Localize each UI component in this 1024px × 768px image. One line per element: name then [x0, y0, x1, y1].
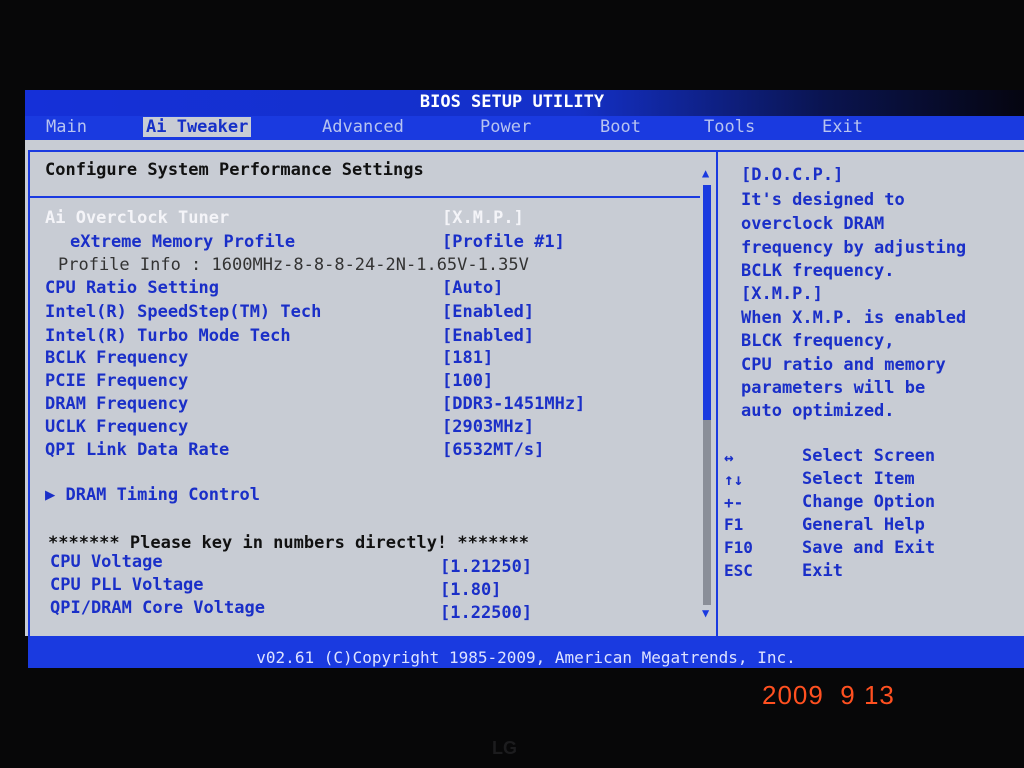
setting-qpi-dram-voltage[interactable]: QPI/DRAM Core Voltage [50, 598, 265, 618]
setting-xmp-profile[interactable]: eXtreme Memory Profile [70, 232, 295, 252]
setting-cpu-ratio[interactable]: CPU Ratio Setting [45, 278, 219, 298]
tab-advanced[interactable]: Advanced [322, 117, 404, 137]
value-uclk[interactable]: [2903MHz] [442, 417, 534, 437]
help-line: auto optimized. [741, 401, 895, 421]
left-right-arrow-icon: ↔ [724, 448, 734, 467]
tab-exit[interactable]: Exit [822, 117, 863, 137]
bios-title: BIOS SETUP UTILITY [419, 92, 605, 112]
setting-pcie[interactable]: PCIE Frequency [45, 371, 188, 391]
key-help-save-exit: Save and Exit [802, 538, 936, 558]
help-line: When X.M.P. is enabled [741, 308, 967, 328]
value-xmp-profile[interactable]: [Profile #1] [442, 232, 565, 252]
setting-dram-frequency[interactable]: DRAM Frequency [45, 394, 188, 414]
page-heading: Configure System Performance Settings [45, 160, 424, 180]
up-down-arrow-icon: ↑↓ [724, 470, 744, 489]
help-line: BCLK frequency. [741, 261, 895, 281]
scrollbar-track[interactable] [703, 420, 711, 605]
monitor-logo: LG [492, 738, 517, 758]
submenu-dram-timing[interactable]: ▶ DRAM Timing Control [45, 485, 260, 505]
value-speedstep[interactable]: [Enabled] [442, 302, 534, 322]
scrollbar-thumb[interactable] [703, 185, 711, 420]
help-line: [D.O.C.P.] [741, 165, 844, 185]
key-help-select-item: Select Item [802, 469, 915, 489]
value-pcie[interactable]: [100] [442, 371, 493, 391]
setting-cpu-pll-voltage[interactable]: CPU PLL Voltage [50, 575, 204, 595]
help-line: overclock DRAM [741, 214, 885, 234]
setting-qpi-rate[interactable]: QPI Link Data Rate [45, 440, 229, 460]
value-qpi-rate[interactable]: [6532MT/s] [442, 440, 544, 460]
help-line: parameters will be [741, 378, 926, 398]
scroll-down-icon[interactable]: ▼ [702, 606, 709, 620]
setting-ai-overclock-tuner[interactable]: Ai Overclock Tuner [45, 208, 229, 228]
value-cpu-voltage[interactable]: [1.21250] [440, 557, 532, 577]
value-cpu-pll-voltage[interactable]: [1.80] [440, 580, 501, 600]
f10-key: F10 [724, 538, 753, 557]
tab-power[interactable]: Power [480, 117, 531, 137]
notice-text: ******* Please key in numbers directly! … [48, 533, 530, 553]
key-help-change-option: Change Option [802, 492, 936, 512]
value-turbo-mode[interactable]: [Enabled] [442, 326, 534, 346]
value-bclk[interactable]: [181] [442, 348, 493, 368]
help-line: BLCK frequency, [741, 331, 895, 351]
tab-tools[interactable]: Tools [704, 117, 755, 137]
key-help-exit: Exit [802, 561, 843, 581]
key-help-general-help: General Help [802, 515, 925, 535]
esc-key: ESC [724, 561, 753, 580]
help-line: It's designed to [741, 190, 905, 210]
value-dram-frequency[interactable]: [DDR3-1451MHz] [442, 394, 585, 414]
plus-minus-key: +- [724, 493, 744, 512]
value-ai-overclock-tuner[interactable]: [X.M.P.] [442, 208, 524, 228]
key-help-select-screen: Select Screen [802, 446, 936, 466]
tab-ai-tweaker[interactable]: Ai Tweaker [143, 117, 252, 137]
value-qpi-dram-voltage[interactable]: [1.22500] [440, 603, 532, 623]
setting-uclk[interactable]: UCLK Frequency [45, 417, 188, 437]
setting-turbo-mode[interactable]: Intel(R) Turbo Mode Tech [45, 326, 291, 346]
copyright-text: v02.61 (C)Copyright 1985-2009, American … [256, 648, 796, 667]
scroll-up-icon[interactable]: ▲ [702, 166, 709, 180]
help-line: CPU ratio and memory [741, 355, 946, 375]
help-line: [X.M.P.] [741, 284, 823, 304]
tab-boot[interactable]: Boot [600, 117, 641, 137]
divider [30, 196, 700, 198]
tab-main[interactable]: Main [46, 117, 87, 137]
setting-cpu-voltage[interactable]: CPU Voltage [50, 552, 163, 572]
profile-info: Profile Info : 1600MHz-8-8-8-24-2N-1.65V… [58, 255, 529, 275]
value-cpu-ratio[interactable]: [Auto] [442, 278, 503, 298]
setting-speedstep[interactable]: Intel(R) SpeedStep(TM) Tech [45, 302, 321, 322]
help-line: frequency by adjusting [741, 238, 967, 258]
setting-bclk[interactable]: BCLK Frequency [45, 348, 188, 368]
photo-date-stamp: 2009 9 13 [762, 680, 895, 710]
f1-key: F1 [724, 515, 744, 534]
